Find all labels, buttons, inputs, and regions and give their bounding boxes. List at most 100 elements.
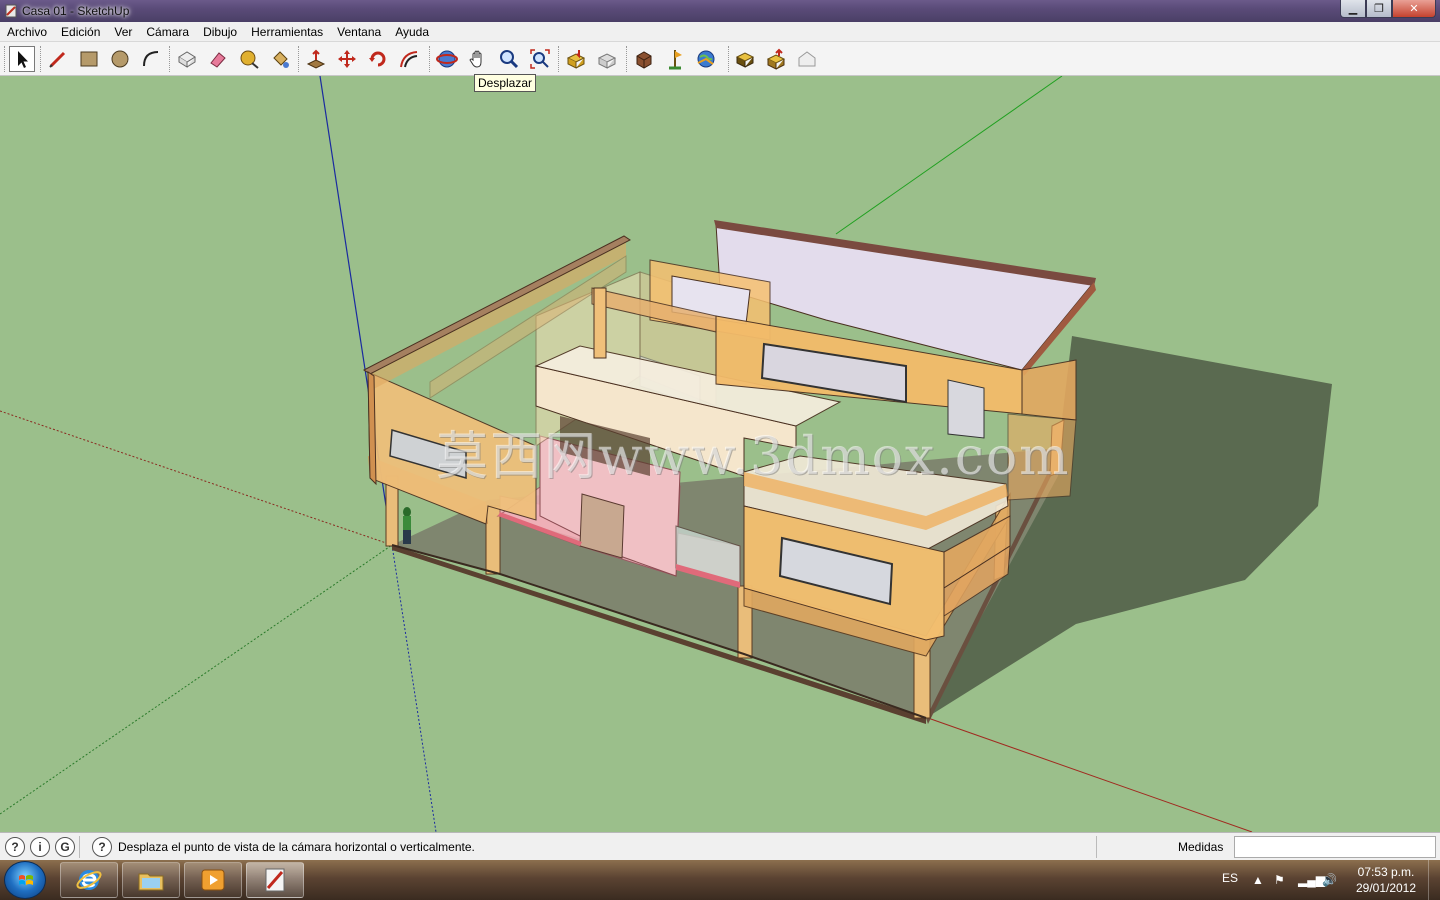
- title-bar: Casa 01 - SketchUp ▁ ❐ ✕: [0, 0, 1440, 22]
- volume-icon[interactable]: 🔊: [1322, 873, 1337, 887]
- sketchup-icon: [5, 4, 17, 18]
- windows-start-icon: [19, 875, 33, 885]
- green-axis-hidden: [0, 544, 393, 815]
- model-viewport[interactable]: 莫西网www.3dmox.com: [0, 76, 1440, 832]
- taskbar-media-player[interactable]: [184, 862, 242, 898]
- toggle-terrain-button[interactable]: [763, 46, 789, 72]
- network-signal-icon[interactable]: ▂▄▆: [1298, 873, 1325, 887]
- tape-measure-icon: [240, 50, 259, 69]
- make-component-icon: [178, 51, 196, 68]
- user-icon[interactable]: G: [55, 836, 75, 857]
- maximize-button[interactable]: ❐: [1366, 0, 1392, 18]
- toolbar-grip[interactable]: [728, 46, 731, 72]
- credits-icon[interactable]: i: [30, 836, 50, 857]
- entrance-door: [579, 493, 625, 559]
- photo-textures-button[interactable]: [794, 46, 820, 72]
- taskbar-file-explorer[interactable]: [122, 862, 180, 898]
- menu-ayuda[interactable]: Ayuda: [388, 25, 436, 39]
- components-icon: [636, 51, 652, 69]
- red-axis-hidden: [0, 410, 393, 546]
- menu-ventana[interactable]: Ventana: [330, 25, 388, 39]
- geo-location-icon[interactable]: ?: [5, 836, 25, 857]
- make-component-button[interactable]: [174, 46, 200, 72]
- move-icon: [338, 50, 356, 68]
- orbit-tool-button[interactable]: [434, 46, 460, 72]
- google-earth-button[interactable]: [693, 46, 719, 72]
- clock-date: 29/01/2012: [1355, 881, 1417, 895]
- components-button[interactable]: [631, 46, 657, 72]
- close-icon: ✕: [1409, 3, 1419, 15]
- media-player-icon: [201, 869, 225, 891]
- action-center-flag-icon[interactable]: ⚑: [1274, 873, 1285, 887]
- measurements-label: Medidas: [1178, 840, 1224, 854]
- menu-dibujo[interactable]: Dibujo: [196, 25, 244, 39]
- pan-tool-button[interactable]: [465, 46, 491, 72]
- arc-icon: [143, 51, 159, 67]
- toolbar-grip[interactable]: [558, 46, 561, 72]
- menu-herramientas[interactable]: Herramientas: [244, 25, 330, 39]
- status-divider: [1096, 836, 1097, 858]
- start-button[interactable]: [4, 861, 46, 899]
- red-axis: [927, 717, 1253, 832]
- measurements-input[interactable]: [1234, 836, 1436, 858]
- taskbar-internet-explorer[interactable]: [60, 862, 118, 898]
- status-message: Desplaza el punto de vista de la cámara …: [118, 839, 475, 854]
- rectangle-tool-button[interactable]: [76, 46, 102, 72]
- circle-tool-button[interactable]: [107, 46, 133, 72]
- toolbar-grip[interactable]: [626, 46, 629, 72]
- status-bar: ? i G ? Desplaza el punto de vista de la…: [0, 832, 1440, 860]
- menu-camara[interactable]: Cámara: [139, 25, 196, 39]
- minimize-button[interactable]: ▁: [1340, 0, 1366, 18]
- share-model-icon: [597, 53, 617, 69]
- menu-ver[interactable]: Ver: [107, 25, 139, 39]
- menu-archivo[interactable]: Archivo: [0, 25, 54, 39]
- green-axis: [835, 76, 1063, 235]
- toolbar-grip[interactable]: [298, 46, 301, 72]
- eraser-tool-button[interactable]: [205, 46, 231, 72]
- toolbar: [0, 42, 1440, 76]
- toolbar-grip[interactable]: [169, 46, 172, 72]
- taskbar-sketchup[interactable]: [246, 862, 304, 898]
- show-hidden-icons-icon[interactable]: ▲: [1252, 873, 1264, 887]
- share-model-button[interactable]: [594, 46, 620, 72]
- internet-explorer-icon: [76, 870, 102, 890]
- toolbar-grip[interactable]: [40, 46, 43, 72]
- tape-measure-button[interactable]: [236, 46, 262, 72]
- clock-time: 07:53 p.m.: [1357, 865, 1415, 879]
- scale-figure: [403, 507, 411, 544]
- get-models-button[interactable]: [563, 46, 589, 72]
- push-pull-button[interactable]: [303, 46, 329, 72]
- tray-clock[interactable]: 07:53 p.m. 29/01/2012: [1350, 864, 1422, 896]
- zoom-tool-button[interactable]: [496, 46, 522, 72]
- toolbar-grip[interactable]: [429, 46, 432, 72]
- right-block-side-wall: [1021, 359, 1077, 421]
- line-tool-button[interactable]: [45, 46, 71, 72]
- google-earth-icon: [697, 50, 715, 68]
- help-question-icon[interactable]: ?: [92, 836, 112, 857]
- menu-bar: Archivo Edición Ver Cámara Dibujo Herram…: [0, 22, 1440, 42]
- show-desktop-button[interactable]: [1428, 860, 1440, 900]
- place-model-icon: [669, 50, 682, 70]
- minimize-icon: ▁: [1348, 3, 1358, 15]
- input-language[interactable]: ES: [1222, 871, 1238, 885]
- preview-earth-button[interactable]: [732, 46, 758, 72]
- paint-bucket-button[interactable]: [267, 46, 293, 72]
- menu-edicion[interactable]: Edición: [54, 25, 107, 39]
- pan-hand-icon: [469, 50, 482, 68]
- offset-tool-button[interactable]: [396, 46, 422, 72]
- place-model-button[interactable]: [662, 46, 688, 72]
- rotate-tool-button[interactable]: [365, 46, 391, 72]
- select-tool-button[interactable]: [9, 46, 35, 72]
- close-button[interactable]: ✕: [1392, 0, 1436, 18]
- maximize-icon: ❐: [1374, 3, 1384, 15]
- windows-taskbar: ES ▲ ⚑ ▂▄▆ 🔊 07:53 p.m. 29/01/2012: [0, 860, 1440, 900]
- pan-tooltip: Desplazar: [474, 74, 537, 92]
- move-tool-button[interactable]: [334, 46, 360, 72]
- zoom-extents-icon: [530, 49, 550, 69]
- zoom-extents-button[interactable]: [527, 46, 553, 72]
- upper-column: [593, 287, 607, 359]
- paint-bucket-icon: [273, 51, 289, 68]
- toolbar-grip[interactable]: [4, 46, 7, 72]
- orbit-icon: [436, 50, 458, 68]
- arc-tool-button[interactable]: [138, 46, 164, 72]
